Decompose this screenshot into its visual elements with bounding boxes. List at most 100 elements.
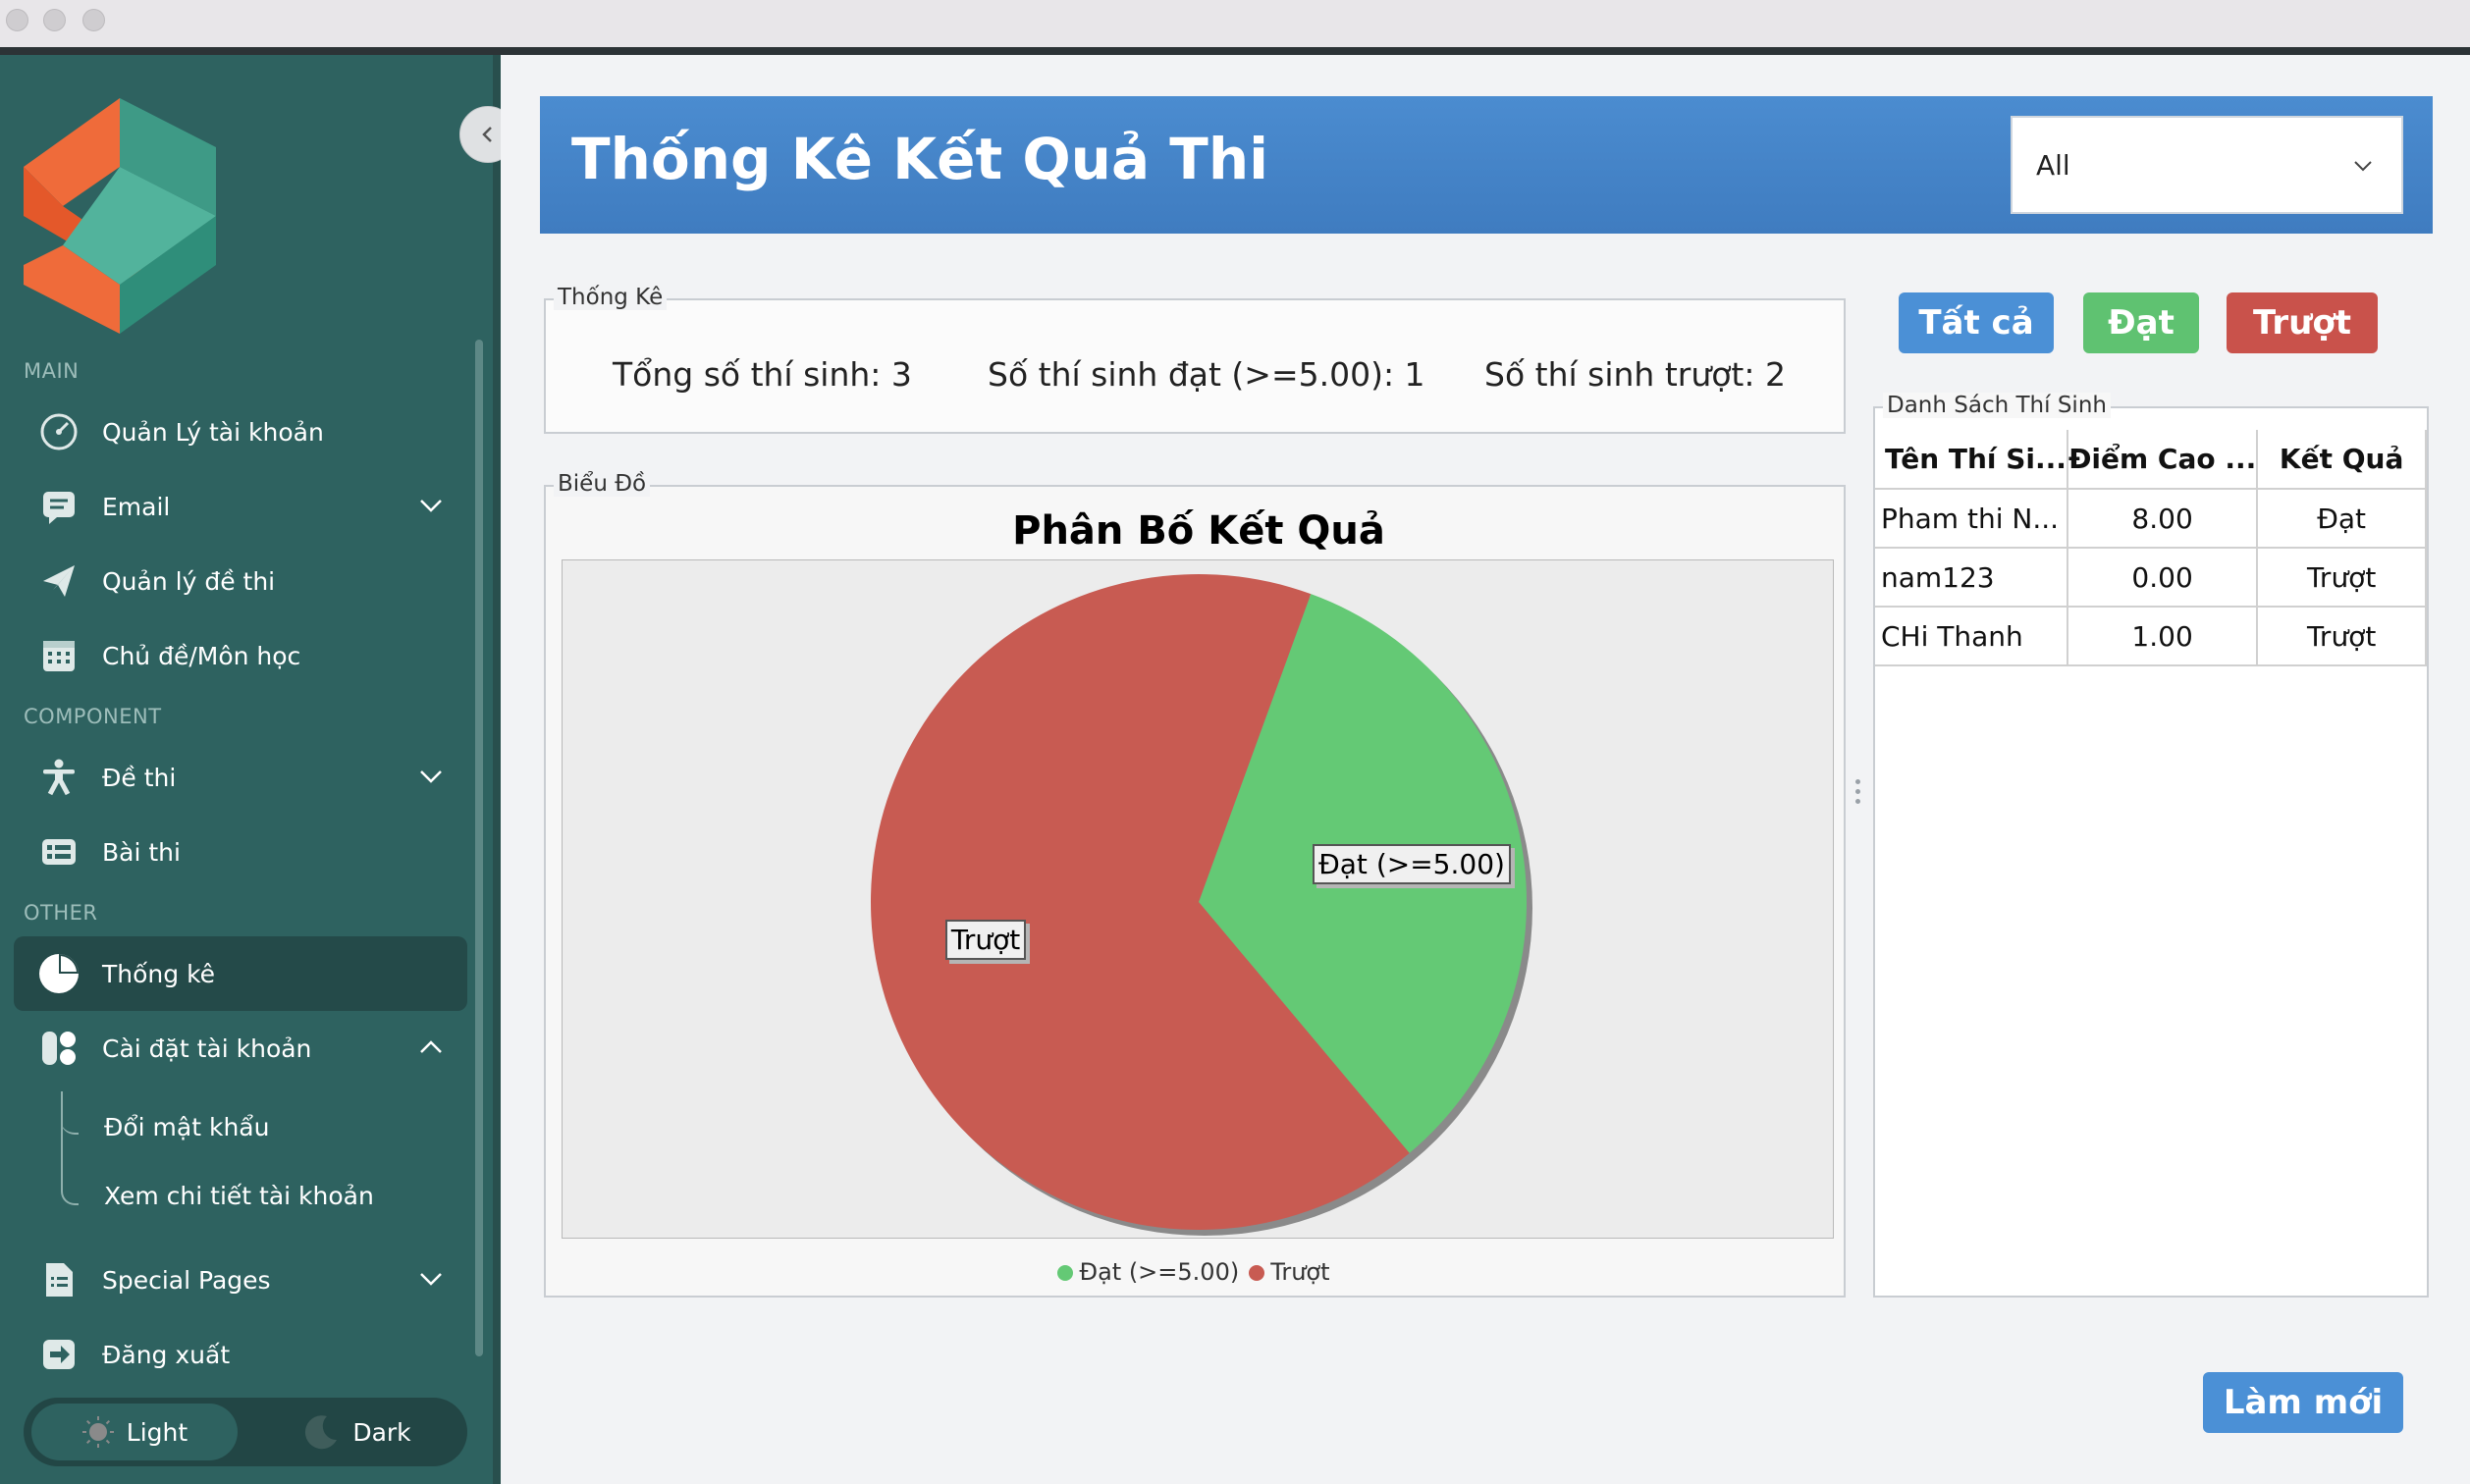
filter-pass-button[interactable]: Đạt <box>2083 292 2199 353</box>
sidebar-item-special-pages[interactable]: Special Pages <box>14 1243 467 1317</box>
chart-legend: Đạt (>=5.00) Trượt <box>546 1258 1852 1286</box>
cell-score: 8.00 <box>2067 489 2259 549</box>
sidebar-subitem-account-details[interactable]: Xem chi tiết tài khoản <box>104 1182 374 1210</box>
cell-name: Pham thi N... <box>1875 489 2068 549</box>
chart-title: Phân Bố Kết Quả <box>1012 508 1385 554</box>
sidebar-item-label: Special Pages <box>102 1265 271 1295</box>
sidebar-item-email[interactable]: Email <box>14 469 467 544</box>
table-row[interactable]: nam123 0.00 Trượt <box>1875 548 2427 608</box>
calendar-icon <box>33 630 84 681</box>
class-filter-select[interactable]: All <box>2011 116 2403 214</box>
sidebar-edge <box>493 55 501 1484</box>
student-list-panel: Danh Sách Thí Sinh Tên Thí Si... Điểm Ca… <box>1873 393 2429 1298</box>
email-icon <box>33 481 84 532</box>
send-icon <box>33 556 84 607</box>
column-header-name[interactable]: Tên Thí Si... <box>1875 430 2068 490</box>
stat-failed: Số thí sinh trượt: 2 <box>1484 355 1786 394</box>
legend-label: Đạt (>=5.00) <box>1079 1258 1240 1286</box>
stat-passed: Số thí sinh đạt (>=5.00): 1 <box>988 355 1425 394</box>
sidebar-item-logout[interactable]: Đăng xuất <box>14 1317 467 1392</box>
pie-chart <box>871 574 1532 1236</box>
sidebar-item-account-settings[interactable]: Cài đặt tài khoản <box>14 1011 467 1086</box>
sidebar-item-label: Đề thi <box>102 763 177 792</box>
pie-chart-icon <box>33 948 84 999</box>
chart-legend-item-0: Đạt (>=5.00) <box>1057 1258 1239 1286</box>
sidebar-item-label: Bài thi <box>102 837 181 867</box>
app-logo <box>24 98 216 334</box>
pie-slice-label-1: Trượt <box>944 919 1027 960</box>
theme-toggle: Light Dark <box>24 1398 467 1466</box>
page-title: Thống Kê Kết Quả Thi <box>571 126 1269 192</box>
settings-blocks-icon <box>33 1023 84 1074</box>
forms-icon <box>33 826 84 877</box>
chart-plot-area: Đạt (>=5.00) Trượt <box>562 559 1834 1239</box>
theme-dark-button[interactable]: Dark <box>253 1404 459 1460</box>
window-divider <box>0 47 2470 55</box>
chevron-down-icon <box>420 500 442 512</box>
sidebar-item-exams[interactable]: Đề thi <box>14 740 467 815</box>
window-maximize-button[interactable] <box>82 9 105 31</box>
sidebar-subitem-change-password[interactable]: Đổi mật khẩu <box>104 1113 269 1141</box>
document-icon <box>33 1254 84 1305</box>
moon-icon <box>305 1415 338 1450</box>
chevron-up-icon <box>420 1040 442 1053</box>
cell-score: 1.00 <box>2067 607 2259 666</box>
legend-swatch <box>1249 1265 1265 1281</box>
sidebar-scrollbar[interactable] <box>475 340 483 1356</box>
sidebar-item-label: Đăng xuất <box>102 1340 231 1369</box>
select-value: All <box>2036 148 2070 182</box>
chart-legend-item-1: Trượt <box>1249 1258 1330 1286</box>
stats-legend: Thống Kê <box>554 285 668 310</box>
window-close-button[interactable] <box>6 9 28 31</box>
theme-light-label: Light <box>126 1417 188 1447</box>
sidebar-item-label: Email <box>102 492 171 521</box>
sidebar-item-exam-management[interactable]: Quản lý đề thi <box>14 544 467 618</box>
accessibility-icon <box>33 752 84 803</box>
section-label-component: COMPONENT <box>24 705 162 728</box>
page-header: Thống Kê Kết Quả Thi All <box>540 96 2433 234</box>
student-table: Tên Thí Si... Điểm Cao ... Kết Quả Pham … <box>1875 430 2427 666</box>
chevron-down-icon <box>420 770 442 783</box>
sidebar-item-label: Thống kê <box>102 959 216 988</box>
table-header-row: Tên Thí Si... Điểm Cao ... Kết Quả <box>1875 430 2427 490</box>
sidebar-item-label: Cài đặt tài khoản <box>102 1034 312 1063</box>
logout-icon <box>33 1329 84 1380</box>
panel-splitter-handle[interactable] <box>1855 779 1863 809</box>
table-row[interactable]: CHi Thanh 1.00 Trượt <box>1875 607 2427 666</box>
cell-result: Trượt <box>2257 607 2427 666</box>
sidebar-item-statistics[interactable]: Thống kê <box>14 936 467 1011</box>
chevron-down-icon <box>2354 161 2372 172</box>
chart-panel: Biểu Đồ Phân Bố Kết Quả Đạt (>=5.00) Trượ… <box>544 471 1846 1298</box>
pie-slice-label-0: Đạt (>=5.00) <box>1313 844 1511 885</box>
window-titlebar <box>0 0 2470 47</box>
chart-legend-title: Biểu Đồ <box>554 471 651 497</box>
stats-panel: Thống Kê Tổng số thí sinh: 3 Số thí sinh… <box>544 285 1846 434</box>
refresh-button[interactable]: Làm mới <box>2203 1372 2403 1433</box>
legend-label: Trượt <box>1270 1258 1330 1286</box>
student-list-legend: Danh Sách Thí Sinh <box>1883 393 2111 418</box>
table-row[interactable]: Pham thi N... 8.00 Đạt <box>1875 489 2427 549</box>
sidebar-item-label: Quản lý đề thi <box>102 566 276 596</box>
chevron-left-icon <box>482 127 492 142</box>
sidebar-item-account-management[interactable]: Quản Lý tài khoản <box>14 395 467 469</box>
sidebar-item-label: Chủ đề/Môn học <box>102 641 301 670</box>
dashboard-icon <box>33 406 84 457</box>
column-header-result[interactable]: Kết Quả <box>2257 430 2427 490</box>
filter-all-button[interactable]: Tất cả <box>1899 292 2054 353</box>
stat-total: Tổng số thí sinh: 3 <box>613 355 912 394</box>
sidebar-item-tests[interactable]: Bài thi <box>14 815 467 889</box>
theme-light-button[interactable]: Light <box>31 1404 238 1460</box>
cell-result: Đạt <box>2257 489 2427 549</box>
legend-swatch <box>1057 1265 1074 1281</box>
chevron-down-icon <box>420 1273 442 1286</box>
cell-result: Trượt <box>2257 548 2427 608</box>
theme-dark-label: Dark <box>352 1417 411 1447</box>
sidebar-item-subjects[interactable]: Chủ đề/Môn học <box>14 618 467 693</box>
filter-fail-button[interactable]: Trượt <box>2227 292 2378 353</box>
section-label-main: MAIN <box>24 359 80 383</box>
window-minimize-button[interactable] <box>43 9 66 31</box>
column-header-score[interactable]: Điểm Cao ... <box>2067 430 2259 490</box>
sun-icon <box>81 1416 114 1448</box>
submenu-tree-branch <box>61 1091 79 1135</box>
section-label-other: OTHER <box>24 901 98 925</box>
